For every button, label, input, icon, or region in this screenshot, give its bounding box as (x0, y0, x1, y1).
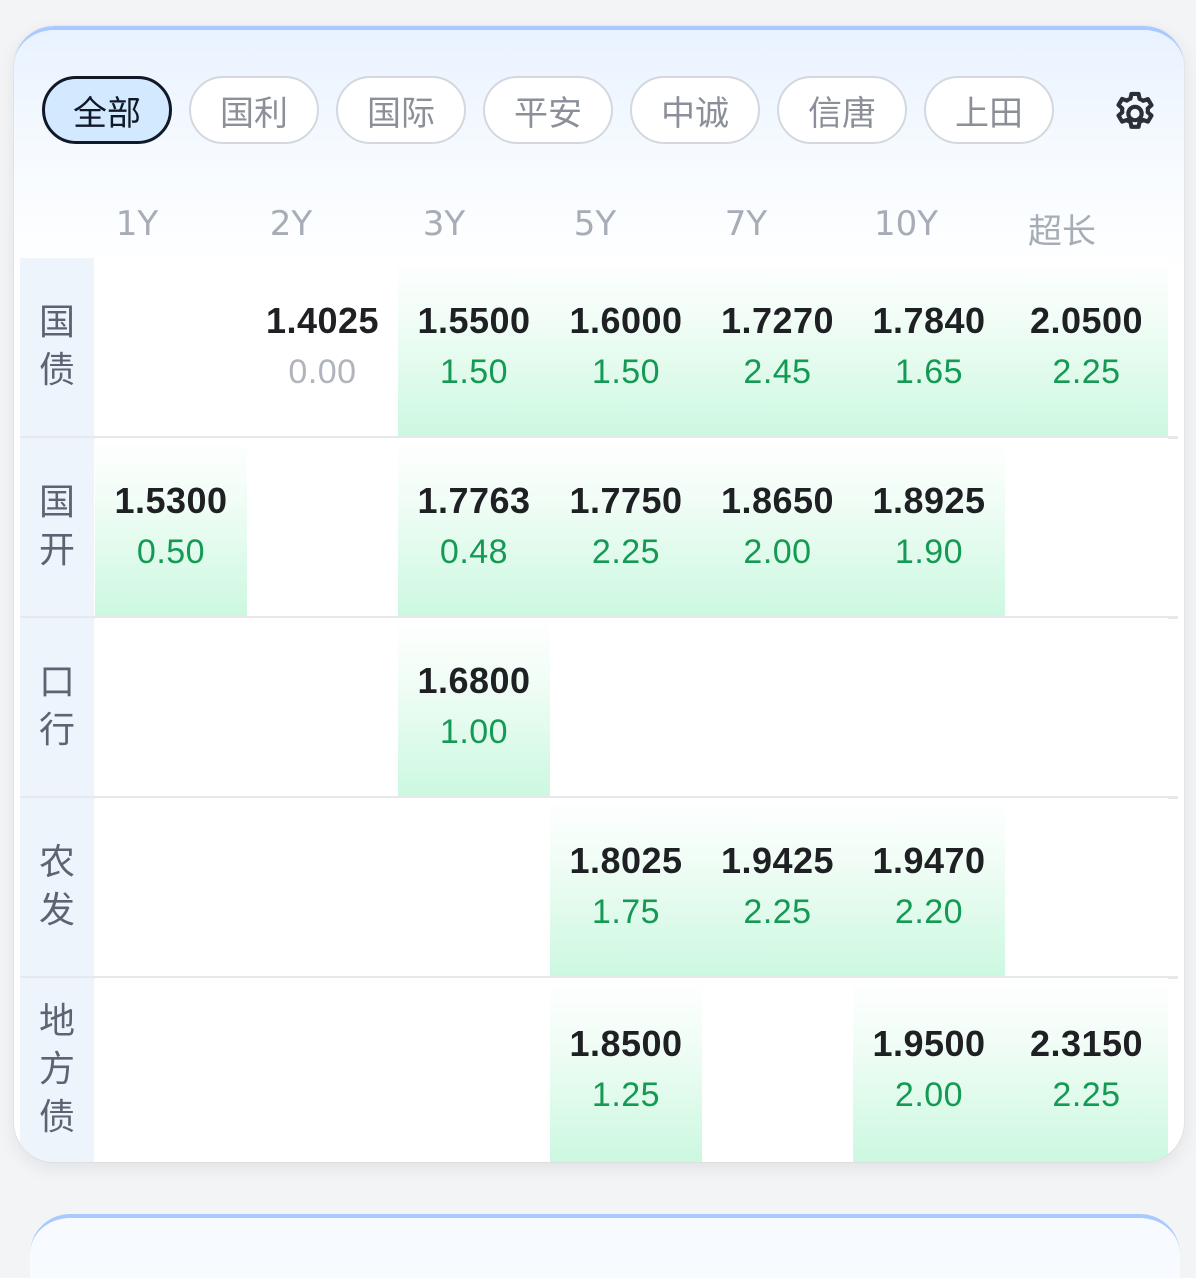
yield-cell (398, 798, 550, 976)
yield-value: 1.4025 (265, 300, 380, 341)
tenor-label: 2Y (269, 204, 313, 244)
tenor-label: 10Y (873, 204, 939, 244)
yield-cell (398, 978, 550, 1162)
yield-cell[interactable]: 1.8500 1.25 (550, 978, 702, 1162)
filter-chip-0[interactable]: 全部 (42, 76, 172, 144)
filter-chip-6[interactable]: 上田 (924, 76, 1054, 144)
yield-cell[interactable]: 1.6800 1.00 (398, 618, 550, 796)
yield-value: 1.7270 (720, 300, 835, 341)
bond-yield-card: 全部 国利 国际 平安 中诚 信唐 上田 1Y 2Y 3Y 5Y 7Y 10Y 超长 国债 1.4025 0… (14, 26, 1184, 1162)
yield-cell (1005, 618, 1168, 796)
yield-cell[interactable]: 1.6000 1.50 (550, 258, 702, 436)
yield-cell[interactable]: 1.4025 0.00 (247, 258, 398, 436)
yield-cell (1005, 798, 1168, 976)
tenor-label: 超长 (1028, 212, 1096, 252)
yield-change: 1.00 (439, 713, 509, 751)
yield-cell[interactable]: 2.0500 2.25 (1005, 258, 1168, 436)
yield-change: 1.75 (591, 893, 661, 931)
filter-chip-3[interactable]: 平安 (483, 76, 613, 144)
row-label: 口行 (38, 662, 75, 751)
yield-cell (1005, 438, 1168, 616)
yield-cell[interactable]: 1.9470 2.20 (853, 798, 1005, 976)
filter-chip-2[interactable]: 国际 (336, 76, 466, 144)
yield-change: 0.48 (439, 533, 509, 571)
yield-value: 2.0500 (1029, 300, 1144, 341)
yield-change: 1.25 (591, 1076, 661, 1114)
filter-chip-1[interactable]: 国利 (189, 76, 319, 144)
yield-cell (853, 618, 1005, 796)
yield-cell (247, 618, 398, 796)
yield-cell[interactable]: 1.7270 2.45 (702, 258, 853, 436)
yield-cell (550, 618, 702, 796)
yield-change: 2.45 (743, 353, 812, 391)
yield-change: 2.25 (1052, 1076, 1121, 1114)
yield-change: 1.90 (894, 533, 964, 571)
row-label: 国开 (38, 482, 75, 571)
yield-value: 1.6800 (417, 660, 531, 701)
yield-value: 1.9500 (872, 1023, 986, 1064)
tenor-label: 7Y (724, 204, 768, 244)
yield-value: 1.8925 (872, 480, 986, 521)
yield-change: 1.50 (439, 353, 509, 391)
yield-value: 2.3150 (1029, 1023, 1144, 1064)
yield-cell[interactable]: 1.5500 1.50 (398, 258, 550, 436)
yield-value: 1.6000 (569, 300, 683, 341)
yield-value: 1.7750 (569, 480, 683, 521)
yield-change: 2.25 (743, 893, 812, 931)
tenor-label: 1Y (115, 204, 159, 244)
yield-change: 1.65 (894, 353, 964, 391)
yield-value: 1.9470 (872, 840, 986, 881)
yield-change: 1.50 (591, 353, 661, 391)
yield-cell (95, 258, 247, 436)
yield-cell[interactable]: 1.7763 0.48 (398, 438, 550, 616)
yield-change: 2.00 (743, 533, 812, 571)
yield-value: 1.8500 (569, 1023, 683, 1064)
filter-chip-4[interactable]: 中诚 (630, 76, 760, 144)
yield-cell[interactable]: 1.7750 2.25 (550, 438, 702, 616)
yield-cell[interactable]: 1.5300 0.50 (95, 438, 247, 616)
yield-change: 2.25 (591, 533, 661, 571)
tenor-label: 5Y (573, 204, 617, 244)
yield-cell[interactable]: 1.9500 2.00 (853, 978, 1005, 1162)
yield-cell (95, 978, 247, 1162)
yield-value: 1.8025 (569, 840, 683, 881)
yield-value: 1.5300 (114, 480, 228, 521)
row-label: 地方债 (38, 1001, 75, 1138)
yield-change: 2.25 (1052, 353, 1121, 391)
row-label: 农发 (38, 842, 75, 931)
yield-change: 0.50 (136, 533, 206, 571)
tenor-label: 3Y (422, 204, 466, 244)
yield-value: 1.5500 (417, 300, 531, 341)
yield-value: 1.7840 (872, 300, 986, 341)
filter-chip-5[interactable]: 信唐 (777, 76, 907, 144)
yield-cell[interactable]: 2.3150 2.25 (1005, 978, 1168, 1162)
next-card-edge (30, 1214, 1180, 1278)
yield-cell[interactable]: 1.8925 1.90 (853, 438, 1005, 616)
yield-cell[interactable]: 1.8650 2.00 (702, 438, 853, 616)
yield-cell[interactable]: 1.7840 1.65 (853, 258, 1005, 436)
yield-cell (95, 618, 247, 796)
yield-cell (95, 798, 247, 976)
yield-cell (247, 978, 398, 1162)
yield-cell (247, 438, 398, 616)
yield-value: 1.7763 (417, 480, 531, 521)
yield-change: 2.20 (894, 893, 964, 931)
yield-cell (702, 978, 853, 1162)
yield-cell (702, 618, 853, 796)
yield-cell[interactable]: 1.8025 1.75 (550, 798, 702, 976)
yield-value: 1.9425 (720, 840, 835, 881)
row-label: 国债 (38, 302, 75, 391)
yield-change: 0.00 (288, 353, 357, 391)
yield-cell[interactable]: 1.9425 2.25 (702, 798, 853, 976)
yield-cell (247, 798, 398, 976)
yield-change: 2.00 (894, 1076, 964, 1114)
gear-icon[interactable] (1110, 86, 1160, 136)
yield-value: 1.8650 (720, 480, 835, 521)
